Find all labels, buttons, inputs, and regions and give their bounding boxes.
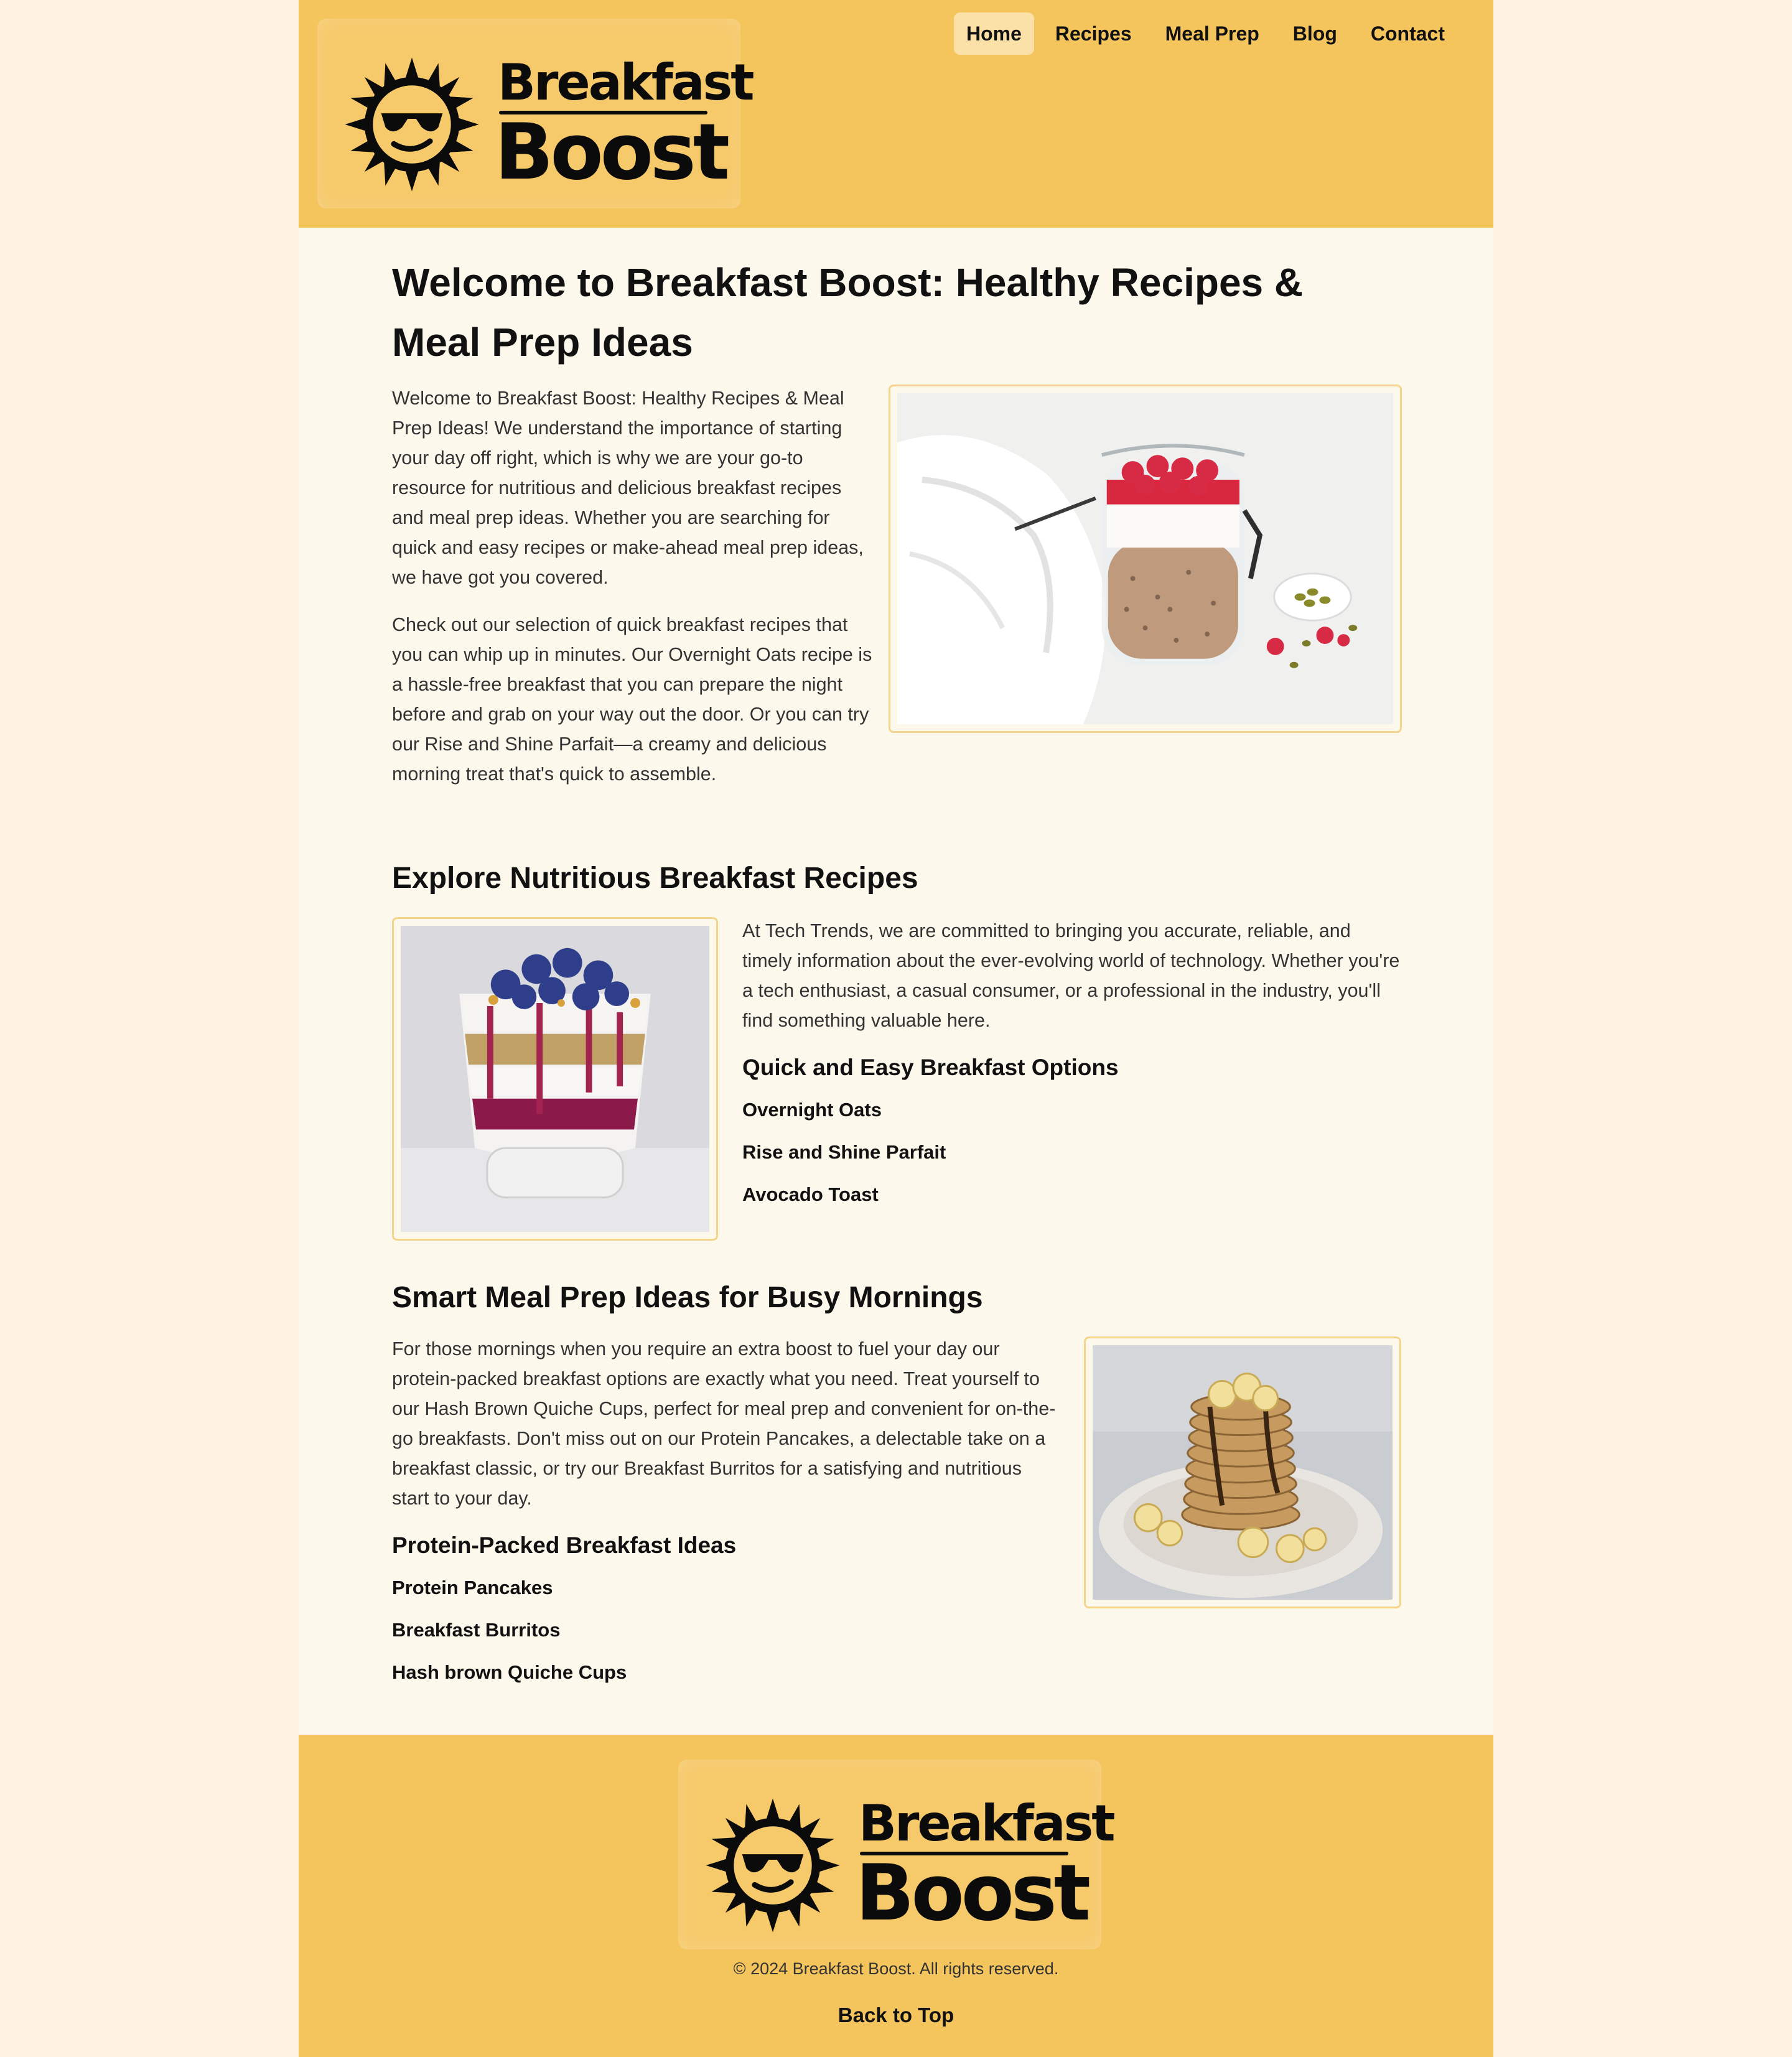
list-item[interactable]: Hash brown Quiche Cups (392, 1660, 1061, 1685)
mealprep-paragraph: For those mornings when you require an e… (392, 1338, 1056, 1509)
intro-paragraph-1: Welcome to Breakfast Boost: Healthy Reci… (392, 388, 864, 588)
recipes-paragraph: At Tech Trends, we are committed to brin… (742, 920, 1400, 1031)
page-title: Welcome to Breakfast Boost: Healthy Reci… (392, 260, 1304, 365)
site-logo[interactable]: Breakfast Boost (317, 19, 755, 208)
logo-wordmark-bottom: Boost (856, 1849, 1091, 1938)
back-to-top-link[interactable]: Back to Top (299, 2003, 1493, 2027)
intro-paragraph-2: Check out our selection of quick breakfa… (392, 614, 872, 785)
intro-text: Welcome to Breakfast Boost: Healthy Reci… (392, 383, 874, 789)
list-item[interactable]: Rise and Shine Parfait (742, 1140, 1402, 1165)
sun-sunglasses-icon (706, 1798, 840, 1933)
main-nav: Home Recipes Meal Prep Blog Contact (953, 12, 1457, 55)
parfait-photo (401, 926, 709, 1232)
parfait-image (392, 917, 718, 1241)
mealprep-subheading: Protein-Packed Breakfast Ideas (392, 1532, 737, 1558)
overnight-oats-image (889, 385, 1402, 733)
pancakes-image (1084, 1336, 1401, 1608)
page: Breakfast Boost Home Recipes Meal Prep B… (299, 0, 1493, 2057)
pancakes-photo (1093, 1345, 1393, 1600)
recipes-text: At Tech Trends, we are committed to brin… (742, 916, 1402, 1207)
nav-item-meal-prep[interactable]: Meal Prep (1153, 12, 1272, 55)
mealprep-heading: Smart Meal Prep Ideas for Busy Mornings (392, 1281, 983, 1314)
sun-sunglasses-icon (345, 57, 479, 192)
footer-logo[interactable]: Breakfast Boost (678, 1760, 1116, 1949)
logo-wordmark-top: Breakfast (498, 54, 755, 111)
nav-item-recipes[interactable]: Recipes (1043, 12, 1144, 55)
nav-item-contact[interactable]: Contact (1358, 12, 1457, 55)
recipes-heading: Explore Nutritious Breakfast Recipes (392, 862, 918, 895)
protein-breakfast-list: Protein Pancakes Breakfast Burritos Hash… (392, 1575, 1061, 1685)
quick-breakfast-list: Overnight Oats Rise and Shine Parfait Av… (742, 1098, 1402, 1207)
overnight-oats-photo (897, 393, 1393, 724)
nav-item-home[interactable]: Home (953, 12, 1034, 55)
copyright-text: © 2024 Breakfast Boost. All rights reser… (733, 1959, 1059, 1978)
logo-wordmark-top: Breakfast (859, 1794, 1116, 1852)
list-item[interactable]: Breakfast Burritos (392, 1618, 1061, 1643)
list-item[interactable]: Protein Pancakes (392, 1575, 1061, 1600)
recipes-subheading: Quick and Easy Breakfast Options (742, 1055, 1119, 1080)
site-header: Breakfast Boost Home Recipes Meal Prep B… (299, 0, 1493, 228)
logo-wordmark-bottom: Boost (495, 108, 730, 197)
mealprep-text: For those mornings when you require an e… (392, 1334, 1061, 1685)
list-item[interactable]: Overnight Oats (742, 1098, 1402, 1122)
list-item[interactable]: Avocado Toast (742, 1182, 1402, 1207)
nav-item-blog[interactable]: Blog (1281, 12, 1350, 55)
